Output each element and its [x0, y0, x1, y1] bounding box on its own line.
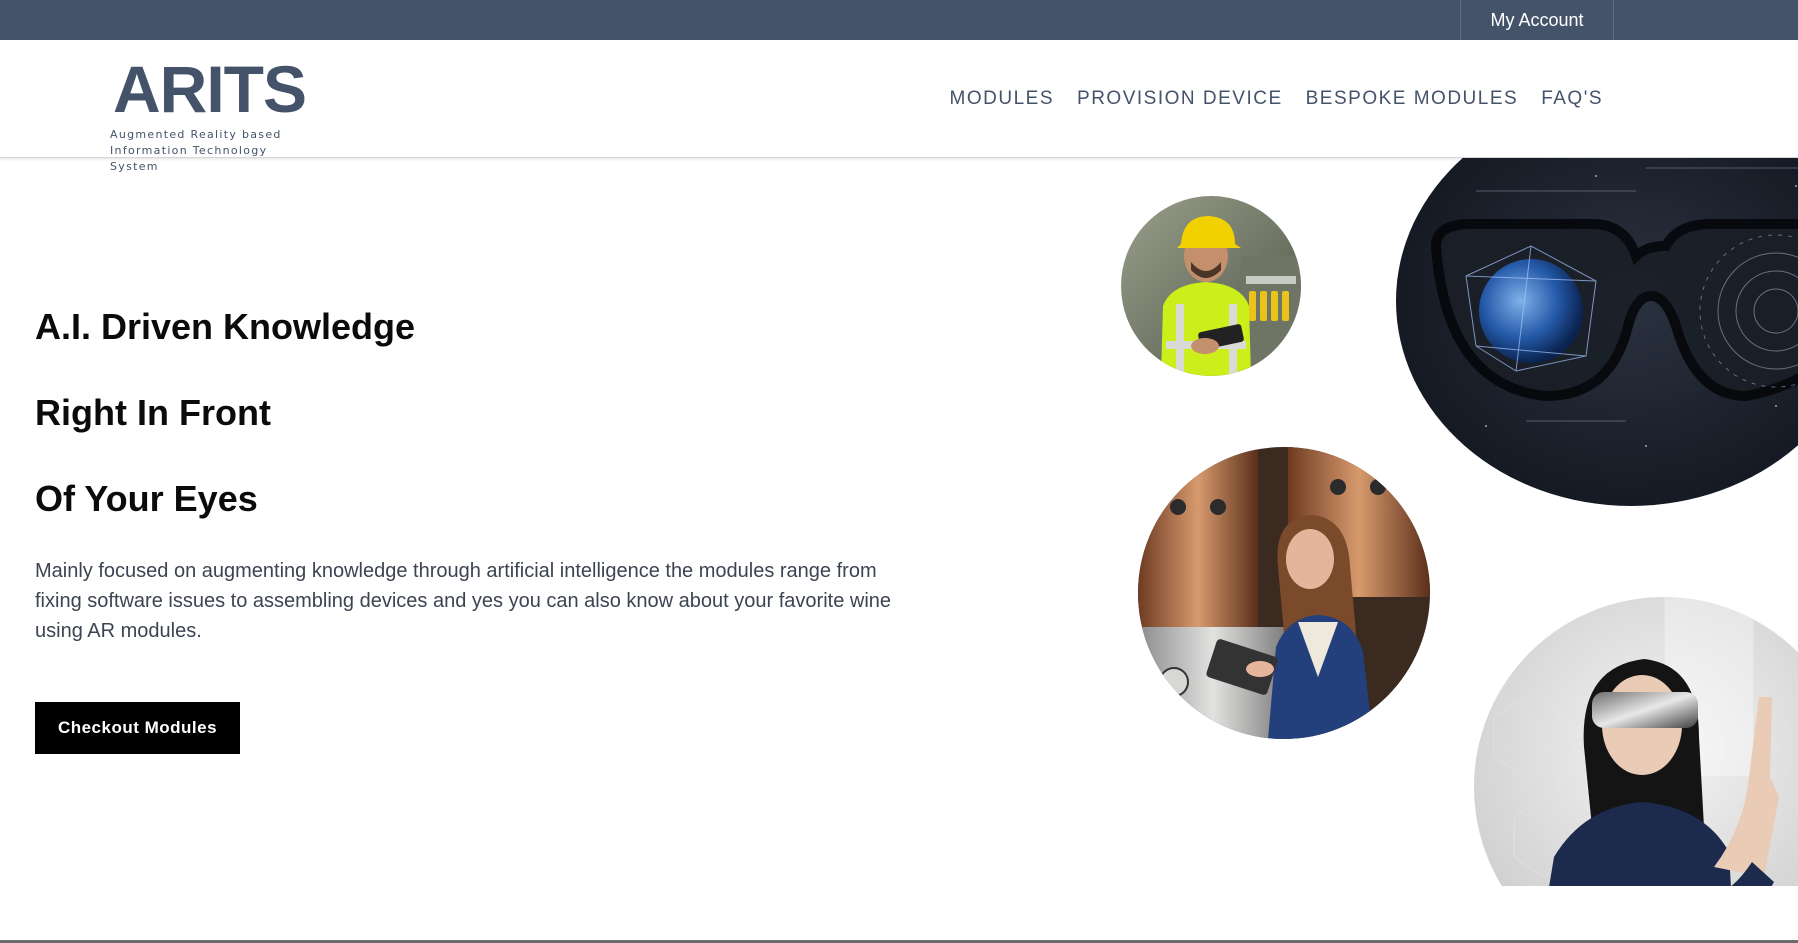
- hero-title-line1: A.I. Driven Knowledge: [35, 306, 416, 347]
- logo-tagline: Augmented Reality based Information Tech…: [110, 127, 320, 175]
- logo-wordmark: ARITS: [113, 52, 307, 126]
- ar-glasses-image: [1396, 158, 1798, 506]
- nav-provision-device[interactable]: PROVISION DEVICE: [1077, 88, 1283, 110]
- top-bar: My Account: [0, 0, 1798, 40]
- nav-faqs[interactable]: FAQ'S: [1541, 88, 1603, 110]
- checkout-modules-button[interactable]: Checkout Modules: [35, 702, 240, 754]
- site-header: ARITS Augmented Reality based Informatio…: [0, 40, 1798, 173]
- nav-modules[interactable]: MODULES: [950, 88, 1054, 110]
- logo-tagline-line1: Augmented Reality based: [110, 128, 282, 141]
- hero-title: A.I. Driven Knowledge Right In Front Of …: [35, 284, 415, 542]
- logo-tagline-line2: Information Technology System: [110, 144, 268, 173]
- nav-bespoke-modules[interactable]: BESPOKE MODULES: [1306, 88, 1519, 110]
- hero-title-line2: Right In Front: [35, 392, 271, 433]
- hero-description: Mainly focused on augmenting knowledge t…: [35, 560, 892, 642]
- main-nav: MODULES PROVISION DEVICE BESPOKE MODULES…: [927, 40, 1603, 158]
- my-account-link[interactable]: My Account: [1460, 0, 1614, 40]
- arits-logo[interactable]: ARITS Augmented Reality based Informatio…: [110, 52, 320, 173]
- vr-woman-image: [1474, 597, 1798, 886]
- brewery-woman-image: [1138, 447, 1430, 739]
- ar-glasses-clip: [1100, 158, 1798, 518]
- vr-woman-clip: [1400, 580, 1798, 886]
- hero-title-line3: Of Your Eyes: [35, 478, 258, 519]
